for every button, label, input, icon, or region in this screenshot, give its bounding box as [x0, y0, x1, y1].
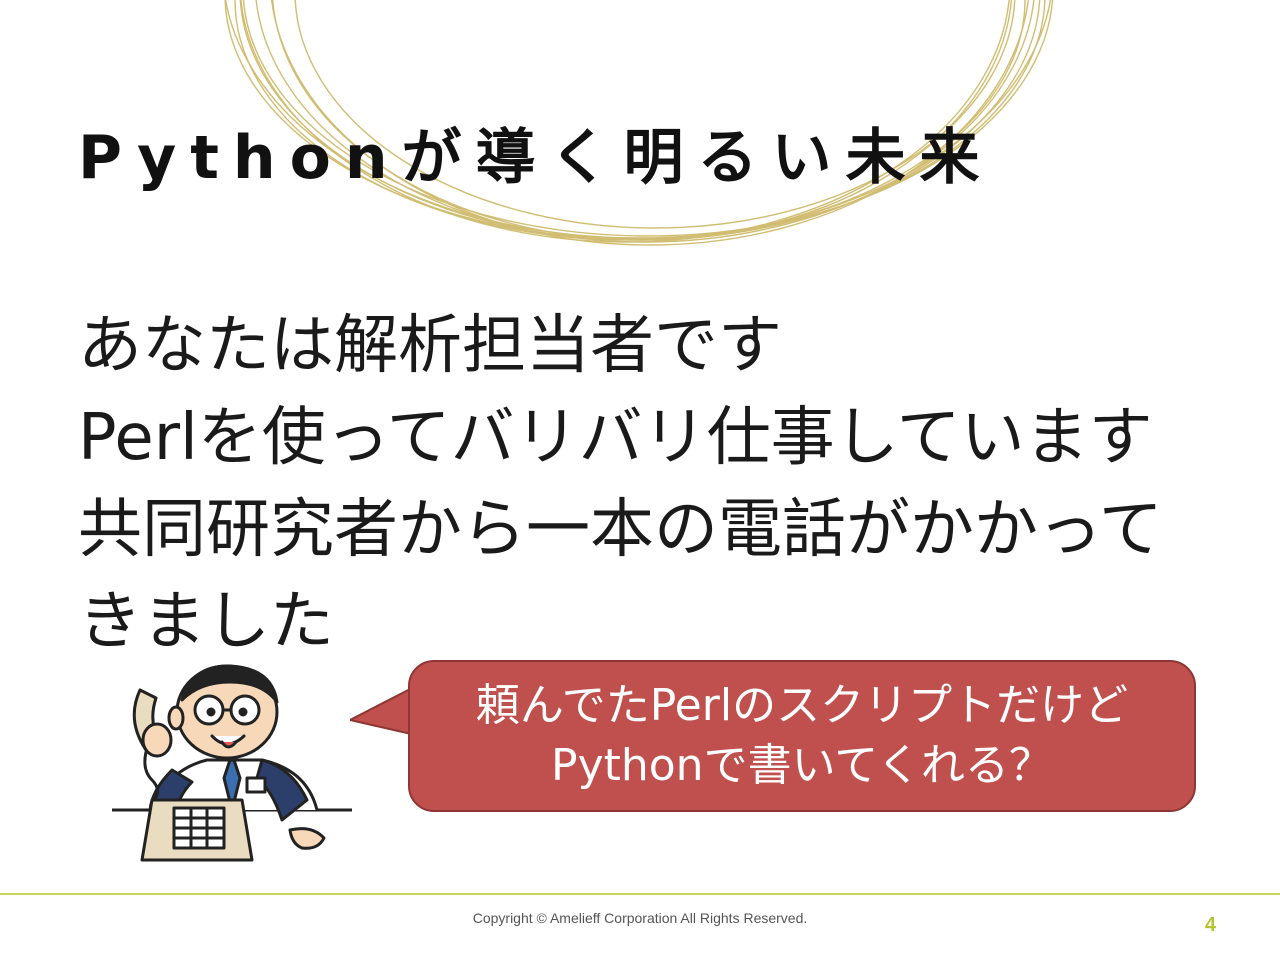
body-line: あなたは解析担当者です [78, 309, 782, 383]
body-line: きました [78, 585, 334, 659]
page-number: 4 [1204, 914, 1216, 936]
body-line: 共同研究者から一本の電話がかかって [78, 493, 1163, 567]
speech-bubble-line: Pythonで書いてくれる？ [551, 740, 1053, 791]
speech-bubble: 頼んでたPerlのスクリプトだけど Pythonで書いてくれる？ [408, 660, 1196, 812]
body-line: Perlを使ってバリバリ仕事しています [78, 401, 1153, 475]
body-text: あなたは解析担当者です Perlを使ってバリバリ仕事しています 共同研究者から一… [78, 300, 1218, 668]
speech-bubble-line: 頼んでたPerlのスクリプトだけど [475, 680, 1129, 731]
footer-divider [0, 893, 1280, 895]
copyright-text: Copyright © Amelieff Corporation All Rig… [472, 910, 808, 926]
slide-title: Pythonが導く明るい未来 [78, 123, 994, 193]
man-on-phone-illustration [112, 664, 352, 862]
